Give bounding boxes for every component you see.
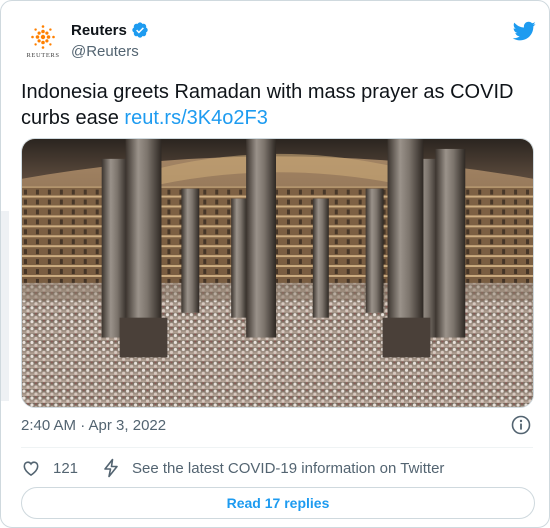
- read-replies-button[interactable]: Read 17 replies: [21, 487, 535, 519]
- account-name[interactable]: Reuters: [71, 22, 127, 39]
- like-count: 121: [53, 459, 79, 477]
- divider: [21, 447, 533, 448]
- avatar-wordmark: REUTERS: [26, 51, 60, 59]
- lightning-icon: [104, 458, 118, 478]
- tweet-card: REUTERS Reuters @Reuters Indonesia greet…: [0, 0, 550, 528]
- reuters-logo-icon: [31, 24, 55, 49]
- info-icon[interactable]: [511, 415, 531, 435]
- name-row: Reuters: [71, 21, 149, 39]
- avatar[interactable]: REUTERS: [21, 19, 65, 63]
- tweet-header: REUTERS Reuters @Reuters: [21, 15, 536, 65]
- verified-badge-icon: [131, 21, 149, 39]
- tweet-photo[interactable]: [21, 138, 534, 408]
- tweet-actions: 121 See the latest COVID-19 information …: [21, 457, 444, 479]
- covid-info-text: See the latest COVID-19 information on T…: [132, 459, 445, 477]
- twitter-bird-icon[interactable]: [512, 19, 536, 43]
- account-handle[interactable]: @Reuters: [71, 43, 139, 60]
- tweet-text: Indonesia greets Ramadan with mass praye…: [21, 79, 531, 131]
- tweet-link[interactable]: reut.rs/3K4o2F3: [124, 107, 267, 129]
- covid-info-link[interactable]: See the latest COVID-19 information on T…: [102, 458, 444, 478]
- heart-icon: [23, 461, 39, 477]
- like-button[interactable]: 121: [21, 458, 78, 478]
- page-edge-strip: [1, 211, 9, 401]
- tweet-timestamp[interactable]: 2:40 AM · Apr 3, 2022: [21, 417, 166, 434]
